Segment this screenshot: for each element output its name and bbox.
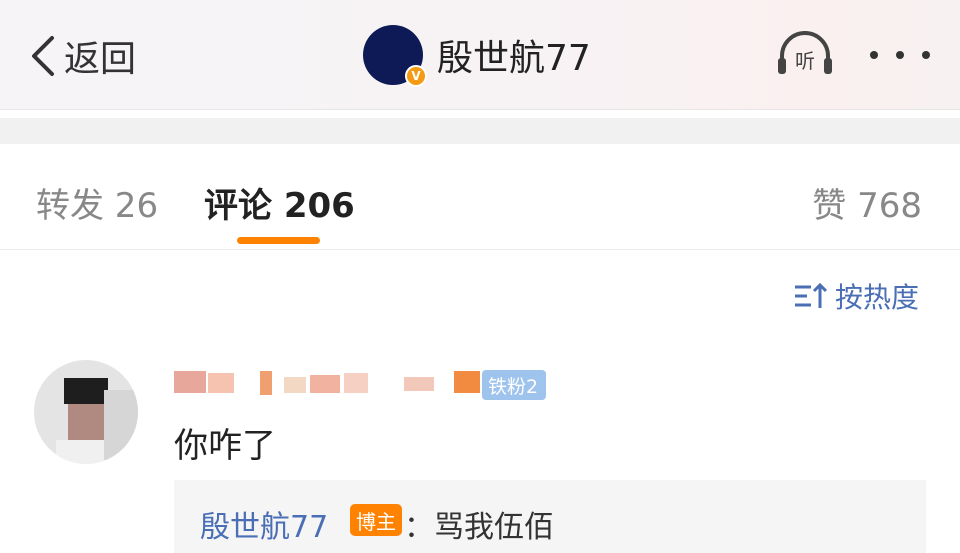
active-tab-indicator [237, 237, 320, 244]
sort-by-hot-button[interactable]: 按热度 [793, 276, 919, 316]
tab-reposts[interactable]: 转发 26 [36, 178, 158, 227]
listen-label: 听 [795, 49, 815, 73]
sort-label: 按热度 [835, 281, 920, 314]
tab-bar: 转发 26 评论 206 赞 768 [0, 150, 960, 250]
avatar-pixel [68, 404, 108, 440]
chevron-left-icon [32, 36, 54, 76]
avatar-pixel [104, 390, 138, 460]
blogger-badge: 博主 [350, 504, 402, 536]
tab-comments[interactable]: 评论 206 [204, 178, 355, 227]
listen-headphones-icon[interactable]: 听 [774, 30, 836, 80]
back-label: 返回 [64, 39, 137, 80]
page-title: 殷世航77 [437, 38, 591, 79]
tab-likes[interactable]: 赞 768 [812, 178, 922, 227]
top-nav-bar: 返回 V 殷世航77 听 [0, 0, 960, 110]
dot-icon [896, 51, 904, 59]
reply-author-link[interactable]: 殷世航77 [200, 502, 328, 546]
fan-level-badge: 铁粉2 [482, 370, 547, 400]
section-divider [0, 118, 960, 144]
avatar[interactable]: V [363, 25, 427, 87]
reply-preview[interactable]: 殷世航77 博主 ：骂我伍佰 [174, 480, 926, 553]
reply-text: ：骂我伍佰 [404, 510, 554, 545]
commenter-name-pixelated[interactable] [174, 367, 484, 397]
dot-icon [922, 51, 930, 59]
sort-icon [795, 282, 827, 308]
commenter-avatar[interactable] [34, 360, 138, 464]
verified-badge: V [405, 65, 427, 87]
profile-header[interactable]: V 殷世航77 [363, 24, 591, 87]
dot-icon [870, 51, 878, 59]
more-options-button[interactable] [870, 40, 930, 70]
comment-text: 你咋了 [174, 426, 276, 466]
back-button[interactable]: 返回 [28, 32, 136, 80]
avatar-pixel [64, 378, 108, 404]
